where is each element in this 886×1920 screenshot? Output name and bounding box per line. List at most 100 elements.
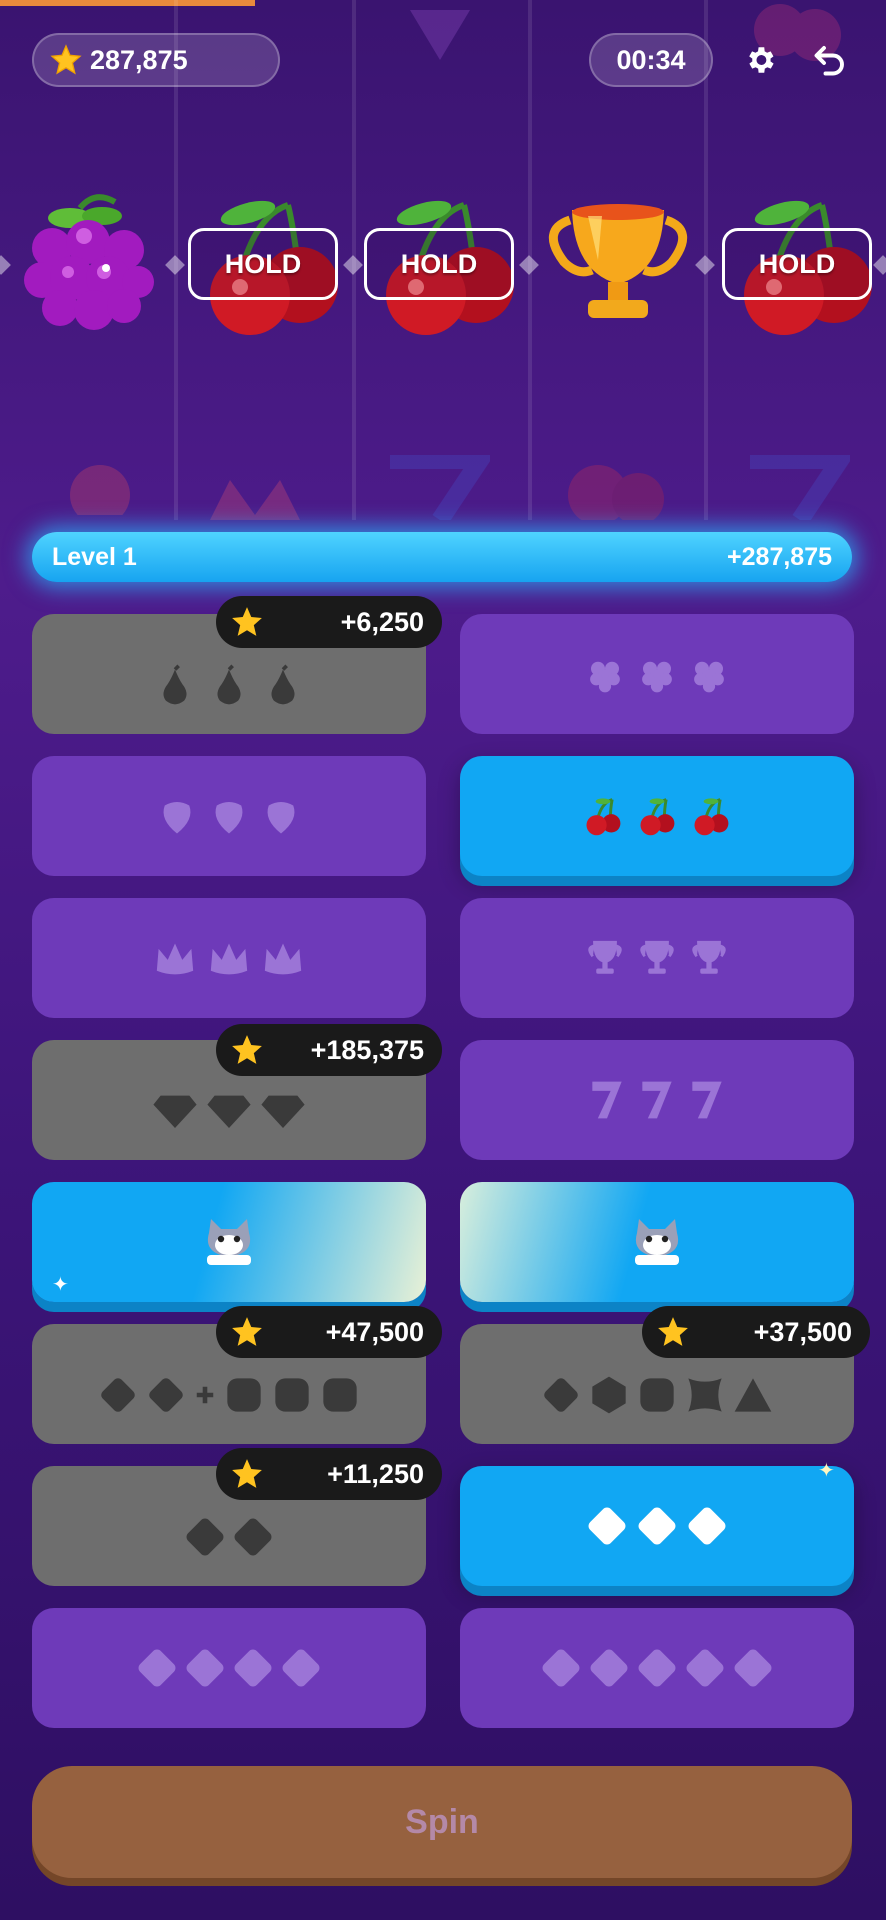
diamond-shape-icon — [590, 1649, 628, 1687]
reel-separator — [165, 255, 185, 275]
raspberry-icon — [642, 661, 672, 693]
paytable-trophies[interactable] — [460, 898, 854, 1018]
star-icon — [50, 44, 82, 75]
raspberry-icon — [694, 661, 724, 693]
cat-icon — [207, 1219, 251, 1265]
star-icon — [232, 1035, 262, 1064]
trophy-icon — [640, 940, 674, 974]
diamond-shape-icon — [234, 1518, 272, 1556]
square-shape-icon — [275, 1378, 309, 1412]
reward-amount: +47,500 — [325, 1316, 424, 1347]
square-shape-icon — [227, 1378, 261, 1412]
cherry-icon — [640, 798, 675, 836]
diamond-shape-icon — [149, 1378, 183, 1412]
cherry-icon — [694, 798, 729, 836]
paytable-sevens[interactable] — [460, 1040, 854, 1160]
coin-amount: 287,875 — [90, 44, 188, 75]
faded-lotus-icon — [210, 480, 300, 520]
seven-icon — [692, 1081, 722, 1119]
diamond-shape-icon — [588, 1507, 626, 1545]
paytable-raspberries[interactable] — [460, 614, 854, 734]
hold-badge[interactable]: HOLD — [188, 228, 338, 300]
triangle-shape-icon — [734, 1378, 772, 1412]
faded-seven-icon — [750, 455, 850, 520]
reward-badge: +6,250 — [216, 596, 442, 648]
lotus-icon — [156, 943, 194, 975]
reward-amount: +185,375 — [310, 1034, 424, 1065]
gear-icon — [749, 47, 774, 73]
undo-button[interactable] — [806, 36, 854, 84]
diamond-shape-icon — [734, 1649, 772, 1687]
lotus-icon — [264, 943, 302, 975]
reward-amount: +37,500 — [753, 1316, 852, 1347]
lotus-icon — [210, 943, 248, 975]
diamond-shape-icon — [686, 1649, 724, 1687]
gem-icon — [207, 1095, 251, 1128]
diamond-shape-icon — [101, 1378, 135, 1412]
paytable-four-diamonds[interactable] — [32, 1608, 426, 1728]
reward-amount: +11,250 — [327, 1458, 424, 1489]
reel-separator — [695, 255, 715, 275]
reward-amount: +6,250 — [340, 606, 424, 637]
star-icon — [232, 607, 262, 636]
reel-separator — [0, 255, 11, 275]
reward-badge: +37,500 — [642, 1306, 870, 1358]
spin-button[interactable]: Spin — [32, 1766, 852, 1878]
pear-icon — [163, 664, 187, 705]
diamond-shape-icon — [688, 1507, 726, 1545]
reward-badge: +47,500 — [216, 1306, 442, 1358]
diamond-shape-icon — [638, 1507, 676, 1545]
pear-icon — [217, 664, 241, 705]
diamond-shape-icon — [638, 1649, 676, 1687]
hold-badge[interactable]: HOLD — [722, 228, 872, 300]
concave-square-icon — [688, 1378, 722, 1412]
gem-icon — [153, 1095, 197, 1128]
square-shape-icon — [640, 1378, 674, 1412]
diamond-shape-icon — [186, 1518, 224, 1556]
diamond-shape-icon — [282, 1649, 320, 1687]
settings-button[interactable] — [736, 36, 784, 84]
plus-icon — [196, 1386, 214, 1404]
strawberry-icon — [215, 802, 243, 834]
seven-icon — [642, 1081, 672, 1119]
diamond-shape-icon — [542, 1649, 580, 1687]
coin-balance: 287,875 — [32, 33, 280, 87]
hold-badge[interactable]: HOLD — [364, 228, 514, 300]
seven-icon — [592, 1081, 622, 1119]
strawberry-icon — [163, 802, 191, 834]
strawberry-icon — [267, 802, 295, 834]
paytable-cherries[interactable] — [460, 756, 854, 876]
reel-separator — [343, 255, 363, 275]
pear-icon — [271, 664, 295, 705]
paytable-three-diamonds[interactable] — [460, 1466, 854, 1586]
trophy-icon — [549, 204, 687, 318]
faded-pear-icon — [70, 465, 130, 515]
trophy-icon — [692, 940, 726, 974]
cat-icon — [635, 1219, 679, 1265]
star-icon — [232, 1459, 262, 1488]
faded-berry-icon — [568, 465, 664, 520]
paytable-strawberries[interactable] — [32, 756, 426, 876]
star-icon — [232, 1317, 262, 1346]
hexagon-shape-icon — [592, 1376, 626, 1414]
reel-separator — [873, 255, 886, 275]
diamond-shape-icon — [544, 1378, 578, 1412]
paytable-cat[interactable] — [460, 1182, 854, 1302]
reward-badge: +185,375 — [216, 1024, 442, 1076]
paytable-lotus[interactable] — [32, 898, 426, 1018]
timer: 00:34 — [589, 33, 713, 87]
paytable-cat[interactable] — [32, 1182, 426, 1302]
sparkle-icon: ✦ — [52, 1274, 69, 1296]
reel-separator — [519, 255, 539, 275]
level-label: Level 1 — [52, 542, 137, 571]
level-points: +287,875 — [727, 542, 832, 571]
faded-symbol-icon — [410, 10, 470, 60]
faded-seven-icon — [390, 455, 490, 520]
star-icon — [658, 1317, 688, 1346]
square-shape-icon — [323, 1378, 357, 1412]
sparkle-icon: ✦ — [818, 1460, 835, 1482]
reward-badge: +11,250 — [216, 1448, 442, 1500]
paytable-five-diamonds[interactable] — [460, 1608, 854, 1728]
raspberry-icon — [590, 661, 620, 693]
gem-icon — [261, 1095, 305, 1128]
